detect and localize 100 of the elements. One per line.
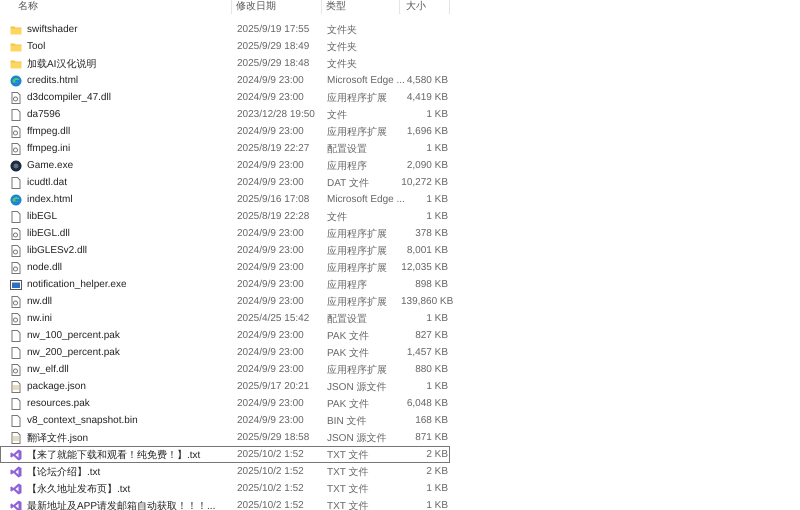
file-row[interactable]: icudtl.dat 2024/9/9 23:00 DAT 文件 10,272 KB xyxy=(0,174,450,191)
file-name: nw_100_percent.pak xyxy=(27,330,120,341)
file-row[interactable]: v8_context_snapshot.bin 2024/9/9 23:00 BIN 文件 168 KB xyxy=(0,412,450,429)
file-type: 应用程序扩展 xyxy=(326,126,388,138)
file-row[interactable]: nw_200_percent.pak 2024/9/9 23:00 PAK 文件 1,457 KB xyxy=(0,344,450,361)
file-type: 应用程序 xyxy=(326,278,368,292)
file-size: 871 KB xyxy=(414,432,449,443)
file-row[interactable]: credits.html 2024/9/9 23:00 Microsoft Edge ... 4,580 KB xyxy=(0,72,450,89)
file-row[interactable]: libEGL 2025/8/19 22:28 文件 1 KB xyxy=(0,208,450,225)
file-size: 2 KB xyxy=(425,449,449,460)
code-file-icon xyxy=(10,500,22,510)
file-size: 4,419 KB xyxy=(406,92,449,103)
file-row[interactable]: d3dcompiler_47.dll 2024/9/9 23:00 应用程序扩展 4,419 KB xyxy=(0,89,450,106)
file-type: 文件夹 xyxy=(326,40,358,54)
file-type: JSON 源文件 xyxy=(326,380,388,394)
modified-date: 2024/9/9 23:00 xyxy=(236,296,305,307)
modified-date: 2024/9/9 23:00 xyxy=(236,415,305,426)
file-name: d3dcompiler_47.dll xyxy=(27,92,111,103)
file-type: TXT 文件 xyxy=(326,500,370,510)
file-row[interactable]: nw_100_percent.pak 2024/9/9 23:00 PAK 文件 827 KB xyxy=(0,327,450,344)
modified-date: 2025/10/2 1:52 xyxy=(236,500,305,510)
file-type: TXT 文件 xyxy=(326,482,370,496)
file-row[interactable]: 翻译文件.json 2025/9/29 18:58 JSON 源文件 871 KB xyxy=(0,429,450,446)
file-type: 应用程序扩展 xyxy=(326,364,388,376)
gear-file-icon xyxy=(10,228,22,240)
file-row[interactable]: libEGL.dll 2024/9/9 23:00 应用程序扩展 378 KB xyxy=(0,225,450,242)
file-row[interactable]: Game.exe 2024/9/9 23:00 应用程序 2,090 KB xyxy=(0,157,450,174)
file-size: 10,272 KB xyxy=(401,177,449,188)
file-name: nw.ini xyxy=(27,313,52,324)
file-row[interactable]: 【永久地址发布页】.txt 2025/10/2 1:52 TXT 文件 1 KB xyxy=(0,480,450,497)
settings-file-icon xyxy=(10,142,22,154)
modified-date: 2025/9/17 20:21 xyxy=(236,381,310,392)
file-row[interactable]: resources.pak 2024/9/9 23:00 PAK 文件 6,048 KB xyxy=(0,395,450,412)
file-size: 168 KB xyxy=(414,415,449,426)
file-size: 1 KB xyxy=(425,313,449,324)
file-name: 【来了就能下载和观看！纯免费！】.txt xyxy=(27,448,200,462)
file-type: 文件 xyxy=(326,108,348,122)
file-size: 1 KB xyxy=(425,483,449,494)
gear-file-icon xyxy=(10,262,22,274)
file-name: nw_200_percent.pak xyxy=(27,347,120,358)
file-icon xyxy=(10,176,22,188)
file-type: TXT 文件 xyxy=(326,466,370,478)
modified-date: 2025/10/2 1:52 xyxy=(236,449,305,460)
file-row[interactable]: package.json 2025/9/17 20:21 JSON 源文件 1 KB xyxy=(0,378,450,395)
json-file-icon xyxy=(10,380,22,392)
gear-file-icon xyxy=(10,92,22,104)
file-row[interactable]: ffmpeg.dll 2024/9/9 23:00 应用程序扩展 1,696 KB xyxy=(0,123,450,140)
modified-date: 2025/9/29 18:48 xyxy=(236,58,310,69)
file-type: 文件夹 xyxy=(326,58,358,70)
file-name: swiftshader xyxy=(27,24,78,35)
modified-date: 2025/9/29 18:58 xyxy=(236,432,310,443)
file-size: 827 KB xyxy=(414,330,449,341)
file-icon xyxy=(10,108,22,120)
file-type: 应用程序扩展 xyxy=(326,296,388,308)
file-name: Game.exe xyxy=(27,160,74,171)
file-icon xyxy=(10,330,22,342)
file-size: 1 KB xyxy=(425,381,449,392)
modified-date: 2024/9/9 23:00 xyxy=(236,279,305,290)
file-row[interactable]: notification_helper.exe 2024/9/9 23:00 应用程序 898 KB xyxy=(0,276,450,293)
modified-date: 2024/9/9 23:00 xyxy=(236,177,305,188)
folder-icon xyxy=(10,24,22,36)
file-row[interactable]: nw_elf.dll 2024/9/9 23:00 应用程序扩展 880 KB xyxy=(0,361,450,378)
file-type: 文件夹 xyxy=(326,24,358,36)
modified-date: 2024/9/9 23:00 xyxy=(236,228,305,239)
column-header[interactable]: 修改日期 xyxy=(232,0,322,14)
file-row[interactable]: index.html 2025/9/16 17:08 Microsoft Edge ... 1 KB xyxy=(0,191,450,208)
file-type: 文件 xyxy=(326,210,348,224)
file-row[interactable]: Tool 2025/9/29 18:49 文件夹 xyxy=(0,38,450,55)
file-row[interactable]: 【论坛介绍】.txt 2025/10/2 1:52 TXT 文件 2 KB xyxy=(0,463,450,480)
file-row[interactable]: da7596 2023/12/28 19:50 文件 1 KB xyxy=(0,106,450,123)
modified-date: 2024/9/9 23:00 xyxy=(236,75,305,86)
file-type: TXT 文件 xyxy=(326,448,370,462)
modified-date: 2024/9/9 23:00 xyxy=(236,245,305,256)
modified-date: 2024/9/9 23:00 xyxy=(236,160,305,171)
modified-date: 2023/12/28 19:50 xyxy=(236,109,316,120)
file-name: 【永久地址发布页】.txt xyxy=(27,482,130,496)
file-name: ffmpeg.ini xyxy=(27,143,70,154)
file-row[interactable]: swiftshader 2025/9/19 17:55 文件夹 xyxy=(0,21,450,38)
file-name: Tool xyxy=(27,41,46,52)
file-row[interactable]: node.dll 2024/9/9 23:00 应用程序扩展 12,035 KB xyxy=(0,259,450,276)
file-row[interactable]: 最新地址及APP请发邮箱自动获取！！！... 2025/10/2 1:52 TXT 文件 1 KB xyxy=(0,497,450,510)
file-name: ffmpeg.dll xyxy=(27,126,70,137)
file-row[interactable]: ffmpeg.ini 2025/8/19 22:27 配置设置 1 KB xyxy=(0,140,450,157)
file-size: 1 KB xyxy=(425,143,449,154)
column-header[interactable]: 名称 xyxy=(0,0,232,14)
file-type: DAT 文件 xyxy=(326,176,370,190)
file-row[interactable]: nw.ini 2025/4/25 15:42 配置设置 1 KB xyxy=(0,310,450,327)
file-size: 1 KB xyxy=(425,109,449,120)
column-header[interactable]: 类型 xyxy=(322,0,400,14)
file-size: 880 KB xyxy=(414,364,449,375)
column-header[interactable]: 大小 xyxy=(400,0,450,14)
file-size: 8,001 KB xyxy=(406,245,449,256)
file-type: 配置设置 xyxy=(326,312,368,326)
file-size: 2,090 KB xyxy=(406,160,449,171)
file-name: notification_helper.exe xyxy=(27,279,127,290)
file-name: node.dll xyxy=(27,262,62,273)
modified-date: 2025/10/2 1:52 xyxy=(236,466,305,477)
file-row[interactable]: libGLESv2.dll 2024/9/9 23:00 应用程序扩展 8,001 KB xyxy=(0,242,450,259)
file-row[interactable]: 加载AI汉化说明 2025/9/29 18:48 文件夹 xyxy=(0,55,450,72)
file-row[interactable]: 【来了就能下载和观看！纯免费！】.txt 2025/10/2 1:52 TXT 文件 2 KB xyxy=(0,446,450,463)
